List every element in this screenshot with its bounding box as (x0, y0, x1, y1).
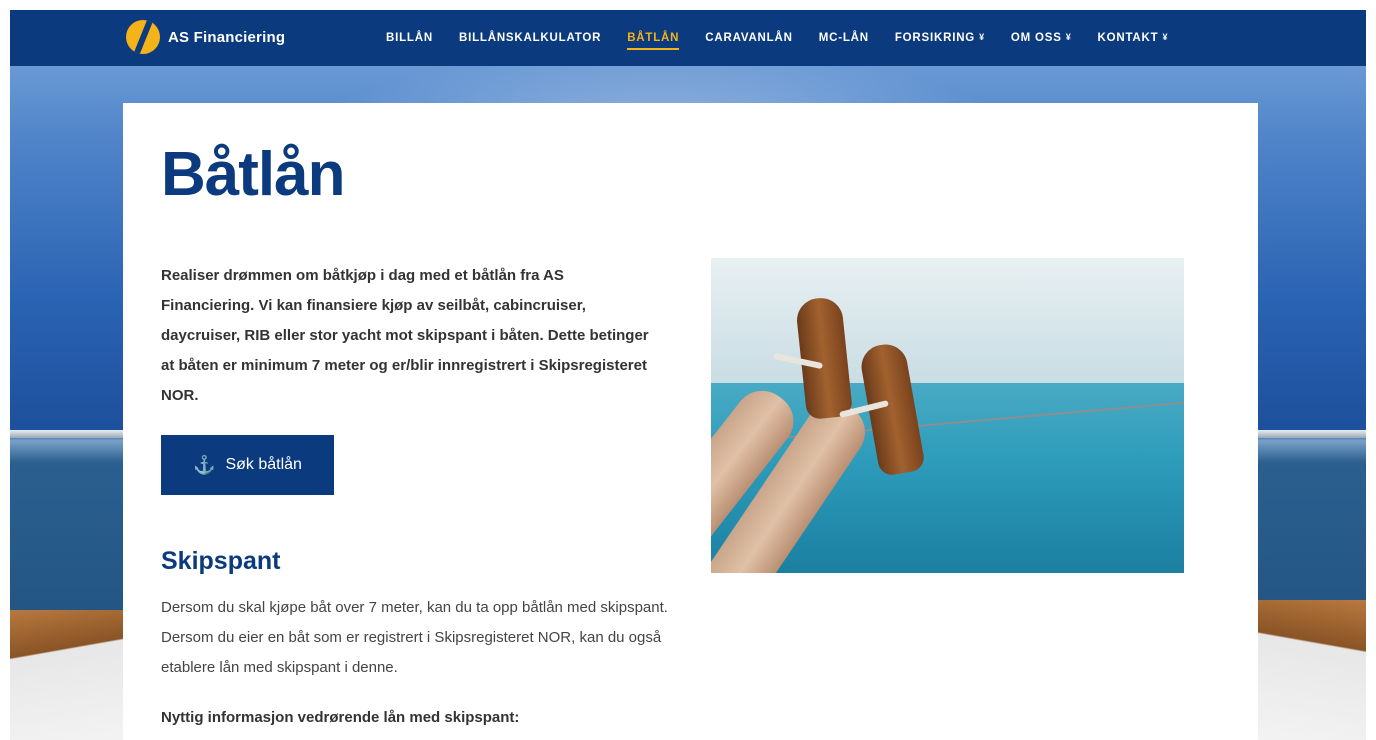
nav-item-mc-lån[interactable]: MC-LÅN (819, 26, 869, 50)
boat-deck-right (1256, 600, 1366, 740)
section-body-skipspant: Dersom du skal kjøpe båt over 7 meter, k… (161, 599, 668, 676)
boat-feet-photo (711, 258, 1184, 573)
nav-item-label: BÅTLÅN (627, 32, 680, 44)
nav-item-label: BILLÅN (386, 32, 433, 44)
site-logo[interactable]: AS Financiering (126, 20, 285, 54)
apply-button-label: Søk båtlån (225, 456, 302, 473)
nav-item-om-oss[interactable]: OM OSS ¥ (1011, 26, 1072, 50)
nav-item-forsikring[interactable]: FORSIKRING ¥ (895, 26, 985, 50)
brand-name: AS Financiering (168, 28, 286, 46)
page-frame: AS Financiering BILLÅN BILLÅNSKALKULATOR B… (10, 10, 1366, 740)
nav-item-label: FORSIKRING (894, 32, 976, 44)
page-title: Båtlån (161, 140, 345, 209)
nav-item-label: OM OSS (1010, 32, 1062, 44)
nav-item-label: KONTAKT (1097, 32, 1159, 44)
chevron-down-icon: ¥ (979, 32, 985, 42)
nav-item-båtlån[interactable]: BÅTLÅN (627, 26, 680, 50)
apply-boat-loan-button[interactable]: ⚓ Søk båtlån (161, 435, 334, 495)
content-card: Båtlån Realiser drømmen om båtkjøp i dag… (123, 103, 1258, 740)
chevron-down-icon: ¥ (1162, 32, 1169, 42)
nav-menu: BILLÅN BILLÅNSKALKULATOR BÅTLÅN CARAVANLÅN M… (386, 10, 1194, 66)
logo-mark-icon (126, 20, 160, 54)
useful-info-heading: Nyttig informasjon vedrørende lån med sk… (161, 709, 520, 726)
nav-item-billånskalkulator[interactable]: BILLÅNSKALKULATOR (459, 26, 601, 50)
boat-deck-left (10, 610, 125, 740)
nav-item-kontakt[interactable]: KONTAKT ¥ (1098, 26, 1169, 50)
nav-item-label: BILLÅNSKALKULATOR (458, 32, 602, 44)
nav-item-billån[interactable]: BILLÅN (386, 26, 433, 50)
nav-item-label: MC-LÅN (818, 32, 869, 44)
intro-text: Realiser drømmen om båtkjøp i dag med et… (161, 267, 649, 404)
main-navbar: AS Financiering BILLÅN BILLÅNSKALKULATOR B… (10, 10, 1366, 66)
nav-item-label: CARAVANLÅN (705, 32, 793, 44)
boat-rail-left (10, 430, 125, 438)
photo-sky (711, 258, 1184, 383)
section-title-skipspant: Skipspant (161, 547, 281, 575)
boat-rail-right (1256, 430, 1366, 438)
chevron-down-icon: ¥ (1065, 32, 1072, 42)
nav-item-caravanlån[interactable]: CARAVANLÅN (705, 26, 792, 50)
anchor-icon: ⚓ (193, 454, 216, 475)
